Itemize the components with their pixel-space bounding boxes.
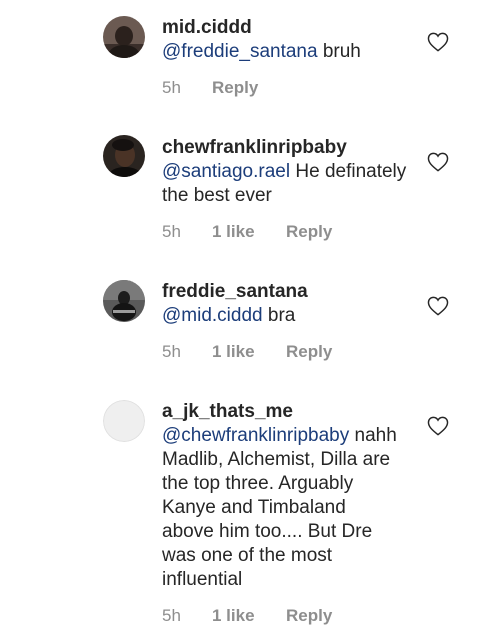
comment-mention[interactable]: @freddie_santana — [162, 41, 318, 62]
heart-icon[interactable] — [427, 32, 449, 52]
comment-text: @freddie_santana bruh — [162, 40, 412, 64]
comment-username[interactable]: a_jk_thats_me — [162, 400, 402, 424]
comment-meta: 5h 1 like Reply — [162, 604, 402, 628]
like-count[interactable]: 1 like — [212, 220, 255, 244]
comment-mention[interactable]: @santiago.rael — [162, 161, 290, 182]
comment-text: @mid.ciddd bra — [162, 304, 412, 328]
comment-meta: 5h 1 like Reply — [162, 340, 412, 364]
comment-meta: 5h 1 like Reply — [162, 220, 412, 244]
comment-body: bruh — [317, 41, 361, 62]
avatar[interactable] — [103, 135, 145, 177]
heart-icon[interactable] — [427, 416, 449, 436]
comment-meta: 5h Reply — [162, 76, 412, 100]
comment-time: 5h — [162, 342, 181, 361]
reply-button[interactable]: Reply — [286, 220, 332, 244]
comment-username[interactable]: mid.ciddd — [162, 16, 412, 40]
comment-text: @santiago.rael He definately the best ev… — [162, 160, 412, 208]
comment-time: 5h — [162, 606, 181, 625]
comment-mention[interactable]: @mid.ciddd — [162, 305, 263, 326]
reply-button[interactable]: Reply — [286, 340, 332, 364]
avatar[interactable] — [103, 400, 145, 442]
comment-username[interactable]: freddie_santana — [162, 280, 412, 304]
comment-username[interactable]: chewfranklinripbaby — [162, 136, 412, 160]
comment-body: nahh Madlib, Alchemist, Dilla are the to… — [162, 425, 397, 590]
heart-icon[interactable] — [427, 152, 449, 172]
avatar[interactable] — [103, 16, 145, 58]
comment-text: @chewfranklinripbaby nahh Madlib, Alchem… — [162, 424, 402, 592]
reply-button[interactable]: Reply — [286, 604, 332, 628]
like-count[interactable]: 1 like — [212, 340, 255, 364]
comment-mention[interactable]: @chewfranklinripbaby — [162, 425, 349, 446]
avatar[interactable] — [103, 280, 145, 322]
comment-time: 5h — [162, 78, 181, 97]
comment-time: 5h — [162, 222, 181, 241]
like-count[interactable]: 1 like — [212, 604, 255, 628]
comment-body: bra — [262, 305, 296, 326]
reply-button[interactable]: Reply — [212, 76, 258, 100]
heart-icon[interactable] — [427, 296, 449, 316]
